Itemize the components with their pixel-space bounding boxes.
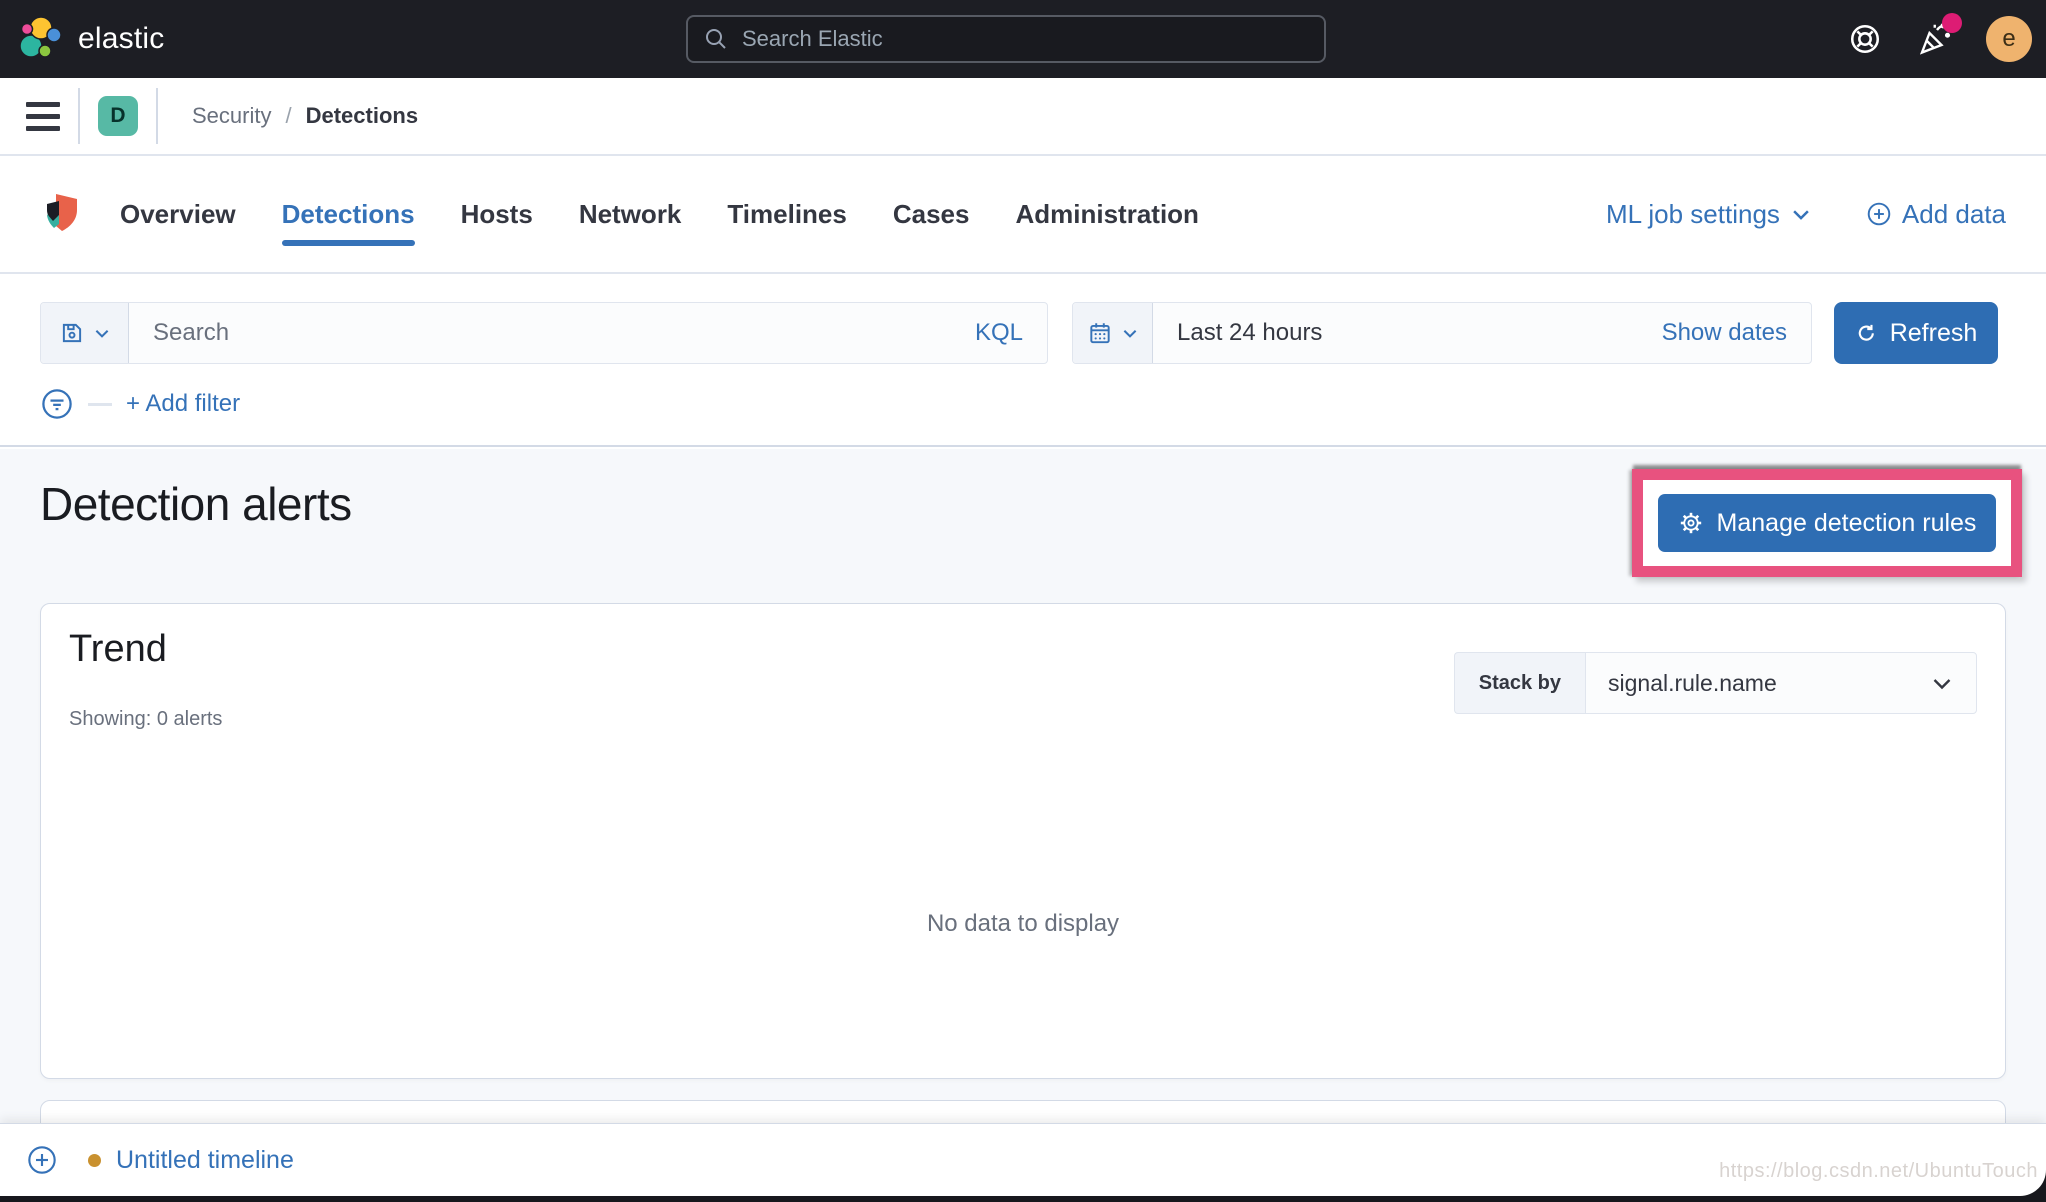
tab-administration[interactable]: Administration xyxy=(1015,156,1198,272)
security-nav-bar: Overview Detections Hosts Network Timeli… xyxy=(0,156,2046,274)
tab-network[interactable]: Network xyxy=(579,156,682,272)
kql-search-bar: Search KQL xyxy=(40,302,1048,364)
avatar-initial: e xyxy=(2002,25,2016,52)
detections-content: Detection alerts Manage detection rules … xyxy=(0,449,2046,1202)
chevron-down-icon xyxy=(95,330,108,338)
save-icon xyxy=(62,323,81,343)
nav-tabs: Overview Detections Hosts Network Timeli… xyxy=(120,156,1199,272)
user-avatar[interactable]: e xyxy=(1986,16,2032,62)
add-filter-button[interactable]: + Add filter xyxy=(126,390,240,418)
stack-by-select[interactable]: signal.rule.name xyxy=(1585,652,1977,714)
timeline-title-link[interactable]: Untitled timeline xyxy=(116,1146,294,1175)
stack-by-value: signal.rule.name xyxy=(1608,669,1777,696)
trend-panel: Trend Showing: 0 alerts Stack by signal.… xyxy=(40,603,2006,1079)
chevron-down-icon xyxy=(1933,679,1951,690)
query-input[interactable]: Search xyxy=(153,319,229,347)
chevron-down-icon xyxy=(1123,330,1136,338)
watermark-text: https://blog.csdn.net/UbuntuTouch xyxy=(1719,1160,2038,1182)
news-feed-button[interactable] xyxy=(1916,13,1962,57)
tab-detections[interactable]: Detections xyxy=(281,156,415,272)
tab-cases[interactable]: Cases xyxy=(893,156,970,272)
security-shield-icon xyxy=(47,194,77,231)
app-window: elastic Search Elastic e D Security / De… xyxy=(0,0,2046,1202)
global-search-placeholder: Search Elastic xyxy=(742,26,883,51)
hamburger-icon xyxy=(26,101,60,107)
chevron-down-icon xyxy=(1793,210,1809,220)
nav-actions: ML job settings Add data xyxy=(1606,156,2006,272)
timeline-status-dot xyxy=(88,1153,101,1167)
header-actions: e xyxy=(1848,0,2032,78)
tab-hosts[interactable]: Hosts xyxy=(461,156,533,272)
date-picker-bar: Last 24 hours Show dates xyxy=(1072,302,1812,364)
annotation-highlight-box: Manage detection rules xyxy=(1632,469,2022,577)
add-data-button[interactable]: Add data xyxy=(1866,199,2006,230)
ml-job-settings-button[interactable]: ML job settings xyxy=(1606,199,1812,230)
time-range-value[interactable]: Last 24 hours xyxy=(1177,319,1322,347)
page-title: Detection alerts xyxy=(40,478,352,530)
empty-chart-message: No data to display xyxy=(926,910,1120,937)
kql-language-button[interactable]: KQL xyxy=(975,319,1023,347)
divider xyxy=(156,88,158,144)
notification-dot xyxy=(1942,13,1962,33)
saved-query-menu-button[interactable] xyxy=(41,303,129,363)
bottom-edge xyxy=(0,1196,2046,1202)
plus-circle-icon xyxy=(28,1146,56,1174)
menu-button[interactable] xyxy=(26,101,60,131)
stack-by-label: Stack by xyxy=(1453,652,1585,714)
breadcrumb-security[interactable]: Security xyxy=(192,103,271,129)
filter-row: + Add filter xyxy=(40,382,240,426)
breadcrumb-separator: / xyxy=(285,103,292,128)
space-badge[interactable]: D xyxy=(98,96,138,136)
global-search-input[interactable]: Search Elastic xyxy=(686,15,1326,63)
breadcrumb-bar: D Security / Detections xyxy=(0,78,2046,156)
refresh-icon xyxy=(1858,324,1874,341)
breadcrumb-detections: Detections xyxy=(305,103,419,128)
timeline-add-button[interactable] xyxy=(26,1144,58,1176)
divider xyxy=(88,402,112,406)
tab-overview[interactable]: Overview xyxy=(120,156,236,272)
filter-icon xyxy=(42,389,72,419)
elastic-logo-icon xyxy=(19,16,62,58)
breadcrumb: Security / Detections xyxy=(192,103,418,129)
global-header: elastic Search Elastic e xyxy=(0,0,2046,78)
divider xyxy=(78,88,80,144)
plus-circle-icon xyxy=(1867,202,1891,226)
search-icon xyxy=(706,29,726,49)
filter-options-button[interactable] xyxy=(40,387,74,421)
show-dates-button[interactable]: Show dates xyxy=(1662,319,1787,347)
manage-detection-rules-button[interactable]: Manage detection rules xyxy=(1658,494,1996,552)
query-bar-section: Search KQL Last 24 hours Show dates Refr… xyxy=(0,276,2046,447)
elastic-brand[interactable]: elastic xyxy=(18,0,164,78)
calendar-icon xyxy=(1089,323,1110,344)
tab-timelines[interactable]: Timelines xyxy=(727,156,846,272)
help-button[interactable] xyxy=(1848,22,1882,56)
life-ring-icon xyxy=(1850,24,1880,54)
date-quick-select-button[interactable] xyxy=(1073,303,1153,363)
brand-wordmark: elastic xyxy=(78,22,165,55)
alert-count-status: Showing: 0 alerts xyxy=(69,708,223,730)
gear-icon xyxy=(1680,512,1701,534)
stack-by-control: Stack by signal.rule.name xyxy=(1453,652,1977,714)
refresh-button[interactable]: Refresh xyxy=(1834,302,1998,364)
space-initial: D xyxy=(110,104,126,127)
trend-title: Trend xyxy=(69,628,167,670)
